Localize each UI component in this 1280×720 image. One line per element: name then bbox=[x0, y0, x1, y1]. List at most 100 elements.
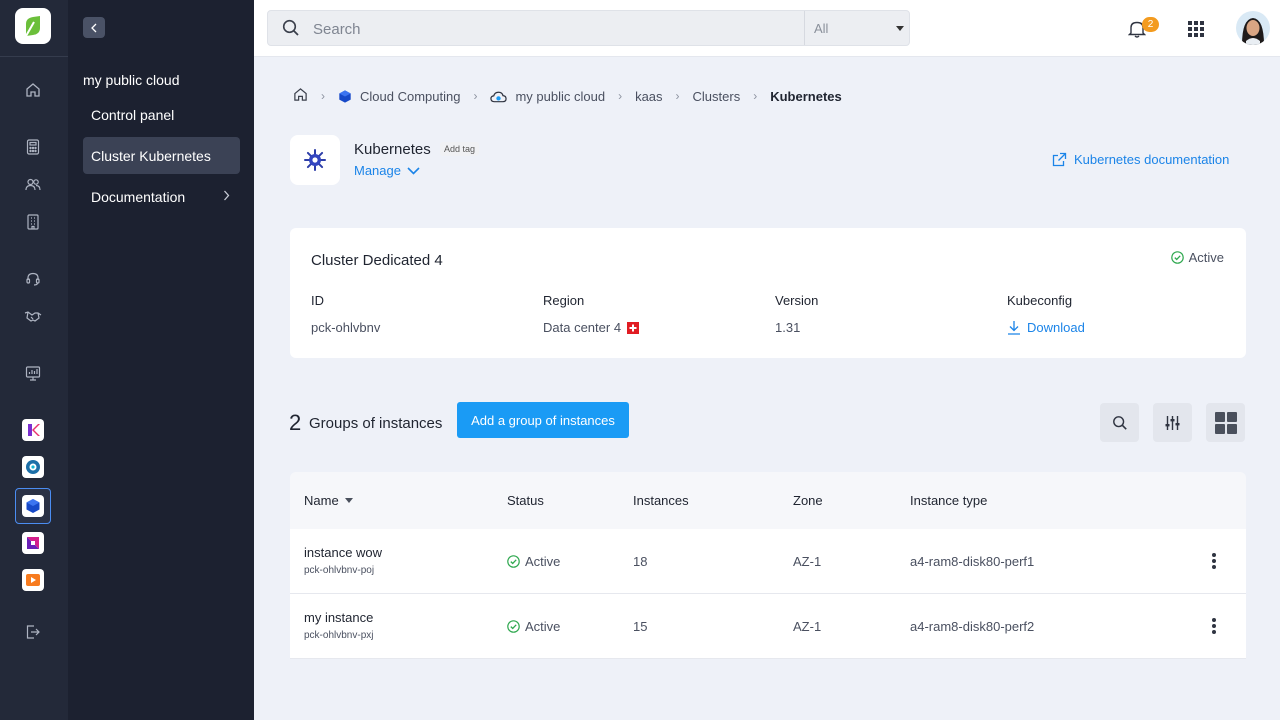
breadcrumb-label: my public cloud bbox=[515, 88, 606, 104]
kubernetes-documentation-link[interactable]: Kubernetes documentation bbox=[1052, 152, 1229, 167]
sort-desc-icon bbox=[344, 497, 353, 503]
app-disc-icon[interactable] bbox=[22, 456, 44, 478]
sliders-icon bbox=[1165, 415, 1180, 430]
row-id: pck-ohlvbnv-pxj bbox=[304, 630, 374, 641]
row-status-label: Active bbox=[525, 619, 561, 634]
user-avatar[interactable] bbox=[1236, 11, 1270, 45]
sidebar-item-cluster-kubernetes[interactable]: Cluster Kubernetes bbox=[83, 137, 240, 174]
row-zone: AZ-1 bbox=[793, 619, 822, 634]
cluster-id-value: pck-ohlvbnv bbox=[311, 320, 381, 335]
app-k-icon[interactable] bbox=[22, 419, 44, 441]
kubeconfig-label: Kubeconfig bbox=[1007, 293, 1073, 308]
home-icon[interactable] bbox=[22, 79, 44, 101]
kubernetes-helm-icon bbox=[304, 149, 326, 171]
cluster-region-label: Region bbox=[543, 293, 585, 308]
row-status: Active bbox=[507, 554, 560, 569]
cloud-icon bbox=[490, 91, 508, 102]
sidebar-item-label: Cluster Kubernetes bbox=[91, 147, 211, 164]
breadcrumb-label: Clusters bbox=[692, 88, 741, 104]
chevron-right-icon: › bbox=[321, 89, 325, 103]
handshake-icon[interactable] bbox=[22, 305, 44, 327]
monitoring-icon[interactable] bbox=[22, 362, 44, 384]
more-vertical-icon[interactable] bbox=[1206, 616, 1222, 636]
notification-badge: 2 bbox=[1142, 17, 1159, 32]
external-link-icon bbox=[1052, 152, 1067, 167]
app-corner-icon[interactable] bbox=[22, 532, 44, 554]
chevron-right-icon: › bbox=[473, 89, 478, 103]
table-search-button[interactable] bbox=[1100, 403, 1139, 442]
row-instance-type: a4-ram8-disk80-perf2 bbox=[910, 619, 1035, 634]
users-icon[interactable] bbox=[22, 174, 44, 196]
table-row[interactable]: my instance pck-ohlvbnv-pxj Active 15 AZ… bbox=[290, 594, 1246, 659]
row-zone: AZ-1 bbox=[793, 554, 822, 569]
chevron-right-icon: › bbox=[675, 89, 680, 103]
grid-view-button[interactable] bbox=[1206, 403, 1245, 442]
doc-link-label: Kubernetes documentation bbox=[1074, 152, 1230, 167]
calculator-icon[interactable] bbox=[22, 136, 44, 158]
cluster-region-field: Region Data center 4 bbox=[543, 293, 640, 335]
table-header: Name Status Instances Zone Instance type bbox=[290, 472, 1246, 529]
sidebar-item-documentation[interactable]: Documentation bbox=[83, 178, 240, 215]
rail-divider bbox=[0, 56, 68, 57]
breadcrumb-item-my-public-cloud[interactable]: my public cloud bbox=[490, 89, 605, 104]
row-name: instance wow bbox=[304, 545, 383, 560]
row-status: Active bbox=[507, 619, 560, 634]
kubeconfig-download-link[interactable]: Download bbox=[1007, 320, 1085, 335]
app-cloud-computing-icon[interactable] bbox=[15, 488, 51, 524]
search-scope-value: All bbox=[814, 21, 829, 36]
manage-dropdown[interactable]: Manage bbox=[354, 163, 420, 178]
search-scope-select[interactable]: All bbox=[804, 11, 910, 45]
cube-icon bbox=[22, 495, 44, 517]
groups-heading: Groups of instances bbox=[309, 415, 443, 432]
cluster-id-label: ID bbox=[311, 293, 324, 308]
table-filter-button[interactable] bbox=[1153, 403, 1192, 442]
column-header-instances: Instances bbox=[633, 493, 689, 508]
breadcrumb-item-clusters[interactable]: Clusters bbox=[693, 89, 741, 104]
brand-logo[interactable] bbox=[15, 8, 51, 44]
app-player-icon[interactable] bbox=[22, 569, 44, 591]
cluster-region-value: Data center 4 bbox=[543, 320, 622, 335]
breadcrumb-item-kaas[interactable]: kaas bbox=[635, 89, 662, 104]
kubernetes-logo bbox=[290, 135, 340, 185]
building-icon[interactable] bbox=[22, 211, 44, 233]
table-row[interactable]: instance wow pck-ohlvbnv-poj Active 18 A… bbox=[290, 529, 1246, 594]
cluster-status-badge: Active bbox=[1170, 250, 1224, 265]
row-instances: 15 bbox=[633, 619, 648, 634]
manage-label: Manage bbox=[354, 163, 401, 178]
chevron-right-icon: › bbox=[753, 89, 758, 103]
cluster-version-value: 1.31 bbox=[775, 320, 801, 335]
search-input[interactable]: Search bbox=[313, 21, 361, 38]
home-icon[interactable] bbox=[293, 87, 308, 105]
icon-rail bbox=[0, 0, 68, 720]
search-bar: Search All bbox=[267, 10, 910, 46]
support-headset-icon[interactable] bbox=[22, 268, 44, 290]
column-header-zone: Zone bbox=[793, 493, 823, 508]
cluster-version-label: Version bbox=[775, 293, 819, 308]
check-circle-icon bbox=[507, 620, 520, 633]
chevron-right-icon bbox=[224, 190, 230, 201]
add-tag-button[interactable]: Add tag bbox=[440, 142, 480, 156]
sidebar-item-control-panel[interactable]: Control panel bbox=[83, 96, 240, 133]
more-vertical-icon[interactable] bbox=[1206, 551, 1222, 571]
cube-icon bbox=[339, 89, 351, 103]
sidebar: my public cloud Control panel Cluster Ku… bbox=[68, 0, 254, 720]
cluster-name: Cluster Dedicated 4 bbox=[311, 252, 443, 269]
check-circle-icon bbox=[507, 555, 520, 568]
sidebar-title: my public cloud bbox=[83, 72, 180, 88]
column-header-status: Status bbox=[507, 493, 544, 508]
chevron-left-icon bbox=[91, 23, 97, 32]
groups-count: 2 bbox=[289, 410, 302, 435]
sidebar-item-label: Documentation bbox=[91, 188, 186, 205]
row-instance-type: a4-ram8-disk80-perf1 bbox=[910, 554, 1035, 569]
add-group-button[interactable]: Add a group of instances bbox=[457, 402, 629, 438]
apps-grid-icon[interactable] bbox=[1188, 21, 1204, 37]
row-id: pck-ohlvbnv-poj bbox=[304, 565, 375, 576]
page-title: Kubernetes bbox=[354, 141, 431, 158]
column-header-name[interactable]: Name bbox=[304, 493, 353, 508]
logout-icon[interactable] bbox=[22, 621, 44, 643]
chevron-right-icon: › bbox=[618, 89, 623, 103]
cluster-kubeconfig-field: Kubeconfig Download bbox=[1007, 293, 1085, 335]
download-label: Download bbox=[1027, 320, 1085, 335]
collapse-sidebar-button[interactable] bbox=[83, 17, 105, 38]
breadcrumb-item-cloud-computing[interactable]: Cloud Computing bbox=[338, 89, 460, 104]
